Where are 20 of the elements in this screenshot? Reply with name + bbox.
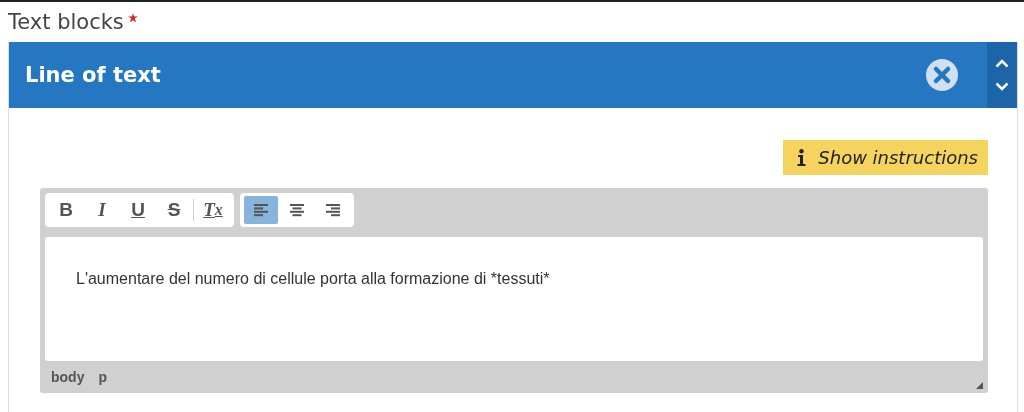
align-left-icon xyxy=(254,203,268,217)
info-icon xyxy=(797,149,807,166)
show-instructions-button[interactable]: Show instructions xyxy=(783,140,988,175)
align-center-icon xyxy=(290,203,304,217)
format-button[interactable]: B xyxy=(49,196,83,224)
format-button[interactable]: S xyxy=(157,196,191,224)
chevron-up-icon[interactable] xyxy=(995,59,1009,68)
align-right-icon xyxy=(326,203,340,217)
block-title: Line of text xyxy=(24,63,162,87)
close-icon[interactable] xyxy=(925,58,959,92)
align-left-button[interactable] xyxy=(244,196,278,224)
format-button[interactable]: U xyxy=(121,196,155,224)
element-path-item[interactable]: p xyxy=(98,369,107,385)
element-path-item[interactable]: body xyxy=(51,369,85,385)
format-button[interactable]: I xyxy=(85,196,119,224)
chevron-down-icon[interactable] xyxy=(995,82,1009,91)
content-text: L'aumentare del numero di cellule porta alla formazione di *tessuti* xyxy=(76,270,550,287)
editor-content[interactable]: L'aumentare del numero di cellule porta alla formazione di *tessuti* xyxy=(45,237,983,361)
resize-grip-icon[interactable] xyxy=(976,382,983,389)
field-label: Text blocks xyxy=(8,10,124,34)
